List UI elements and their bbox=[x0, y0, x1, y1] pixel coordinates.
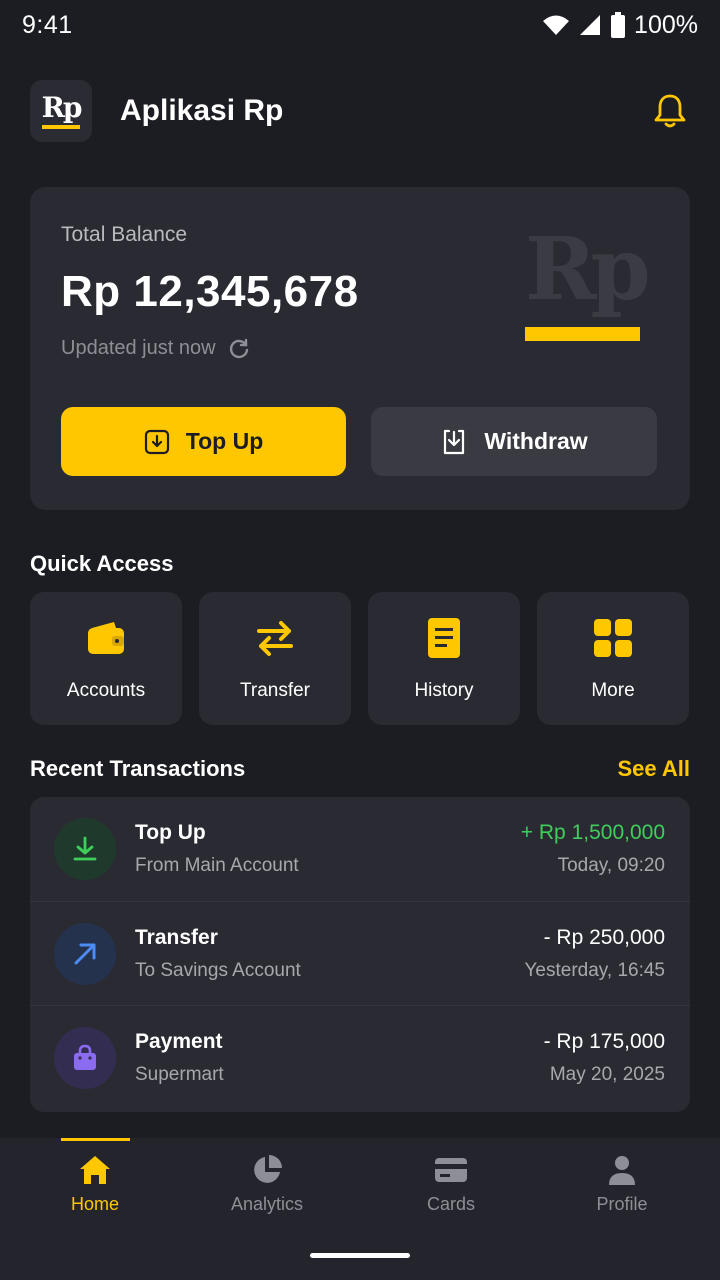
transaction-icon-bg bbox=[54, 923, 116, 985]
transaction-date: Today, 09:20 bbox=[557, 855, 665, 876]
home-indicator bbox=[310, 1253, 410, 1258]
logo-underline bbox=[42, 124, 80, 129]
nav-label: Home bbox=[70, 1194, 119, 1214]
grid-icon bbox=[594, 619, 632, 657]
quick-item-history[interactable]: History bbox=[368, 592, 520, 725]
quick-item-label: History bbox=[414, 680, 474, 701]
person-icon bbox=[609, 1156, 635, 1185]
transaction-row[interactable]: Transfer To Savings Account - Rp 250,000… bbox=[30, 901, 690, 1005]
transaction-icon-bg bbox=[54, 818, 116, 880]
quick-item-accounts[interactable]: Accounts bbox=[30, 592, 182, 725]
quick-access-title: Quick Access bbox=[30, 551, 174, 576]
bottom-nav: Home Analytics Cards Profile bbox=[0, 1138, 720, 1280]
notification-button[interactable] bbox=[650, 91, 690, 131]
card-icon bbox=[435, 1158, 467, 1182]
app-logo: Rp bbox=[30, 80, 92, 142]
wifi-icon bbox=[543, 15, 570, 35]
logo-text: Rp bbox=[41, 90, 83, 124]
transaction-row[interactable]: Payment Supermart - Rp 175,000 May 20, 2… bbox=[30, 1005, 690, 1109]
quick-item-label: Accounts bbox=[66, 680, 146, 701]
transaction-icon-bg bbox=[54, 1027, 116, 1089]
quick-item-label: Transfer bbox=[239, 680, 311, 701]
quick-item-transfer[interactable]: Transfer bbox=[199, 592, 351, 725]
transaction-subtitle: From Main Account bbox=[135, 855, 299, 876]
nav-profile[interactable]: Profile bbox=[557, 1138, 687, 1238]
pie-chart-icon bbox=[254, 1155, 282, 1183]
shopping-bag-icon bbox=[74, 1044, 96, 1070]
nav-home[interactable]: Home bbox=[30, 1138, 160, 1238]
see-all-link[interactable]: See All bbox=[617, 756, 690, 782]
battery-percent: 100% bbox=[634, 10, 698, 39]
withdraw-label: Withdraw bbox=[484, 428, 588, 454]
transaction-amount: - Rp 175,000 bbox=[543, 1030, 665, 1053]
rp-watermark: Rp bbox=[525, 227, 651, 347]
nav-label: Cards bbox=[426, 1194, 475, 1214]
refresh-icon[interactable] bbox=[228, 338, 250, 360]
recent-transactions-title: Recent Transactions bbox=[30, 756, 246, 781]
status-bar: 9:41 100% bbox=[0, 0, 720, 50]
transaction-name: Top Up bbox=[135, 821, 206, 844]
top-up-button[interactable]: Top Up bbox=[61, 407, 346, 476]
transaction-amount: - Rp 250,000 bbox=[543, 926, 665, 949]
battery-icon bbox=[611, 12, 626, 38]
home-icon bbox=[80, 1156, 110, 1184]
nav-analytics[interactable]: Analytics bbox=[202, 1138, 332, 1238]
balance-label: Total Balance bbox=[61, 223, 188, 246]
quick-access-grid: Accounts Transfer History More bbox=[30, 592, 690, 725]
nav-cards[interactable]: Cards bbox=[386, 1138, 516, 1238]
bell-icon bbox=[654, 94, 686, 128]
status-icons: 100% bbox=[542, 11, 698, 40]
document-icon bbox=[428, 618, 460, 658]
transaction-row[interactable]: Top Up From Main Account + Rp 1,500,000 … bbox=[30, 797, 690, 901]
top-up-icon bbox=[144, 429, 169, 454]
app-header: Rp Aplikasi Rp bbox=[30, 80, 690, 142]
balance-amount: Rp 12,345,678 bbox=[61, 267, 359, 316]
transaction-amount: + Rp 1,500,000 bbox=[520, 821, 665, 844]
transaction-name: Payment bbox=[135, 1030, 223, 1053]
app-title: Aplikasi Rp bbox=[120, 94, 284, 127]
transaction-subtitle: To Savings Account bbox=[135, 960, 301, 981]
withdraw-icon bbox=[444, 429, 465, 454]
status-time: 9:41 bbox=[22, 10, 73, 39]
transaction-name: Transfer bbox=[135, 926, 218, 949]
nav-label: Profile bbox=[596, 1194, 648, 1214]
transaction-date: May 20, 2025 bbox=[549, 1064, 665, 1085]
quick-item-more[interactable]: More bbox=[537, 592, 689, 725]
arrow-up-right-icon bbox=[74, 943, 96, 965]
signal-icon bbox=[580, 15, 601, 35]
top-up-label: Top Up bbox=[185, 428, 264, 454]
swap-arrows-icon bbox=[257, 621, 293, 656]
transaction-date: Yesterday, 16:45 bbox=[524, 960, 666, 981]
quick-item-label: More bbox=[591, 680, 635, 701]
nav-label: Analytics bbox=[230, 1194, 304, 1214]
balance-card: Total Balance Rp 12,345,678 Updated just… bbox=[30, 187, 690, 510]
watermark-underline bbox=[525, 327, 640, 341]
updated-text: Updated just now bbox=[61, 337, 216, 359]
transaction-subtitle: Supermart bbox=[135, 1064, 224, 1085]
watermark-text: Rp bbox=[525, 219, 651, 320]
withdraw-button[interactable]: Withdraw bbox=[371, 407, 657, 476]
transactions-list: Top Up From Main Account + Rp 1,500,000 … bbox=[30, 797, 690, 1112]
download-arrow-icon bbox=[73, 836, 97, 861]
balance-updated: Updated just now bbox=[61, 337, 250, 360]
wallet-icon bbox=[88, 622, 124, 654]
